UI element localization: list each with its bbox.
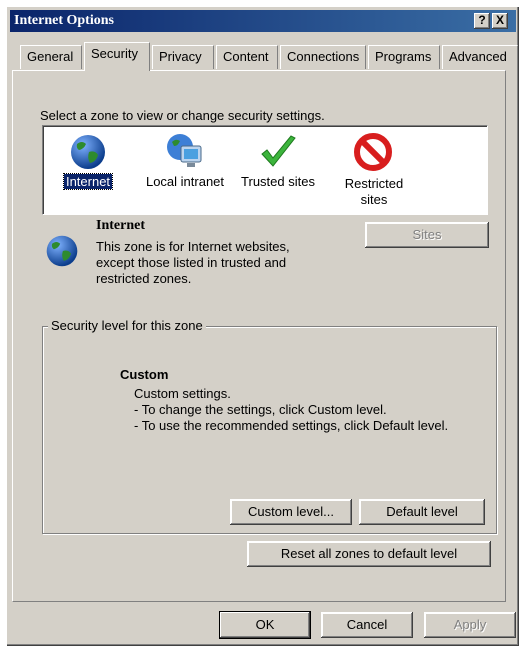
close-button[interactable]: X <box>492 13 508 29</box>
restricted-icon <box>354 133 392 171</box>
tab-programs[interactable]: Programs <box>368 45 440 69</box>
reset-all-zones-button[interactable]: Reset all zones to default level <box>247 541 491 567</box>
zone-label: Restricted sites <box>344 176 404 207</box>
intranet-icon <box>167 134 202 167</box>
window-title: Internet Options <box>14 13 114 28</box>
selected-zone-name: Internet <box>96 218 145 233</box>
cancel-button[interactable]: Cancel <box>321 612 413 638</box>
level-line-2: - To change the settings, click Custom l… <box>134 402 387 417</box>
tab-privacy[interactable]: Privacy <box>152 45 214 69</box>
tab-general[interactable]: General <box>20 45 82 69</box>
zone-label: Local intranet <box>145 174 225 189</box>
checkmark-icon <box>261 135 296 167</box>
tab-security[interactable]: Security <box>84 42 150 71</box>
zone-list: Internet Local intranet Trusted sites Re… <box>42 125 488 215</box>
level-line-3: - To use the recommended settings, click… <box>134 418 449 433</box>
apply-button[interactable]: Apply <box>424 612 516 638</box>
tab-connections[interactable]: Connections <box>280 45 366 69</box>
tab-advanced[interactable]: Advanced <box>442 45 518 69</box>
level-line-1: Custom settings. <box>134 386 231 401</box>
level-name: Custom <box>120 367 169 382</box>
sites-button[interactable]: Sites <box>365 222 489 248</box>
custom-level-button[interactable]: Custom level... <box>230 499 352 525</box>
group-legend: Security level for this zone <box>48 318 206 333</box>
help-button[interactable]: ? <box>474 13 490 29</box>
zone-instruction: Select a zone to view or change security… <box>40 108 325 123</box>
ok-button[interactable]: OK <box>220 612 310 638</box>
zone-label: Internet <box>62 173 114 190</box>
selected-zone-description: This zone is for Internet websites, exce… <box>96 239 290 286</box>
tab-content[interactable]: Content <box>216 45 278 69</box>
globe-icon <box>71 135 105 169</box>
title-bar[interactable]: Internet Options ? X <box>10 10 516 32</box>
default-level-button[interactable]: Default level <box>359 499 485 525</box>
zone-label: Trusted sites <box>241 174 315 189</box>
globe-icon <box>46 235 78 267</box>
